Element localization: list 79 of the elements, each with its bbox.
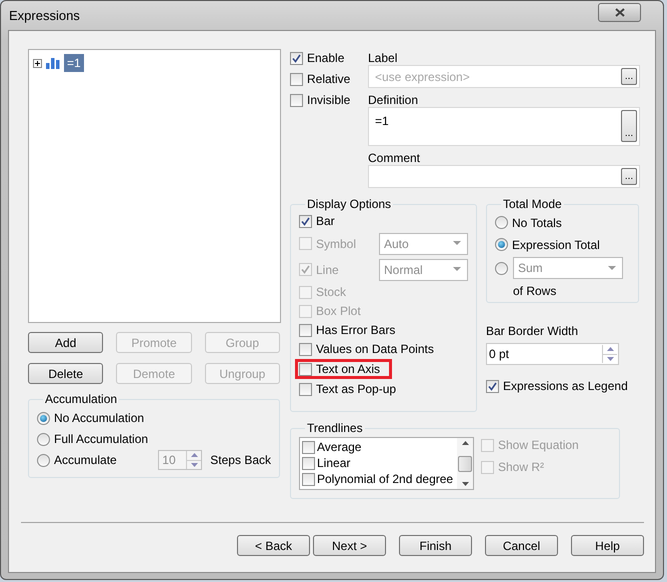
radio-button[interactable] — [495, 216, 508, 229]
radio-button[interactable] — [495, 262, 508, 274]
caret-icon — [453, 267, 461, 272]
field-label: Comment — [368, 150, 422, 165]
group-title: Display Options — [306, 196, 392, 213]
group-title: Accumulation — [44, 391, 118, 408]
scroll-down-icon[interactable] — [462, 482, 468, 486]
field-label: Label — [368, 50, 398, 65]
button[interactable]: Next > — [313, 535, 386, 556]
checkbox[interactable] — [299, 324, 312, 336]
checkbox[interactable] — [302, 440, 315, 454]
radio-button[interactable] — [37, 454, 50, 466]
window-title: Expressions — [9, 6, 80, 25]
bar-chart-icon — [46, 57, 60, 69]
radio-button[interactable] — [37, 432, 50, 446]
spin-arrows[interactable] — [602, 345, 617, 363]
list-item[interactable]: Polynomial of 2nd degree — [317, 470, 454, 488]
checkbox-label: Relative — [307, 71, 350, 88]
button[interactable]: Finish — [399, 535, 472, 556]
checkbox[interactable] — [486, 380, 499, 392]
checkbox[interactable] — [299, 214, 312, 228]
checkbox-label: Enable — [307, 50, 344, 67]
checkbox[interactable] — [290, 52, 303, 64]
close-button[interactable] — [598, 3, 641, 22]
steps-label: Steps Back — [210, 452, 271, 469]
spin-field[interactable]: 0 pt — [486, 343, 619, 365]
checkbox-label: Stock — [316, 284, 346, 301]
checkbox[interactable] — [299, 382, 312, 396]
checkbox-label: Line — [316, 262, 339, 278]
caret-icon — [453, 241, 461, 246]
checkbox[interactable] — [290, 72, 303, 86]
expand-icon[interactable] — [33, 58, 42, 68]
button[interactable]: Help — [571, 535, 644, 556]
checkbox-label: Text as Pop-up — [316, 381, 396, 398]
checkbox-label: Symbol — [316, 236, 356, 252]
checkbox[interactable] — [299, 342, 312, 356]
checkbox[interactable] — [299, 362, 312, 376]
caret-icon — [608, 266, 616, 270]
browse-button[interactable]: ... — [621, 68, 637, 85]
button[interactable]: Delete — [28, 363, 104, 384]
scroll-up-icon[interactable] — [462, 441, 468, 445]
scrollbar[interactable] — [457, 438, 473, 489]
radio-label: No Accumulation — [54, 410, 144, 427]
checkbox-label: Expressions as Legend — [503, 378, 628, 395]
radio-button[interactable] — [37, 412, 50, 424]
field-label: Bar Border Width — [486, 323, 580, 340]
checkbox-label: Bar — [316, 213, 335, 230]
checkbox[interactable] — [302, 472, 315, 486]
checkbox-label: Show Equation — [498, 437, 579, 454]
list-item[interactable]: Linear — [317, 454, 350, 472]
button[interactable]: Add — [28, 332, 104, 353]
radio-label: Expression Total — [512, 236, 600, 254]
checkbox-label: Values on Data Points — [316, 341, 434, 358]
checkbox-label: Show R² — [498, 459, 544, 476]
checkbox[interactable] — [302, 456, 315, 470]
radio-button[interactable] — [495, 238, 508, 251]
group-title: Total Mode — [502, 196, 563, 213]
browse-button[interactable]: ... — [621, 110, 637, 142]
checkbox-label: Box Plot — [316, 303, 361, 320]
group-title: Trendlines — [306, 420, 364, 437]
checkbox-label: Has Error Bars — [316, 322, 396, 339]
input-field[interactable]: <use expression> ... — [368, 65, 640, 88]
radio-label: Full Accumulation — [54, 431, 148, 448]
scroll-thumb[interactable] — [458, 456, 472, 472]
input-field[interactable]: ... — [368, 165, 640, 188]
list-item[interactable]: Average — [317, 438, 362, 456]
field-label: Definition — [368, 92, 420, 107]
tree-item[interactable]: =1 — [64, 54, 84, 72]
radio-label: of Rows — [513, 283, 558, 300]
checkbox-label: Invisible — [307, 92, 350, 109]
button[interactable]: Cancel — [485, 535, 558, 556]
text-area[interactable]: =1 ... — [368, 107, 640, 146]
checkbox[interactable] — [290, 94, 303, 106]
close-icon — [614, 8, 624, 17]
checkbox-label: Text on Axis — [316, 361, 380, 378]
radio-label: No Totals — [512, 214, 562, 232]
browse-button[interactable]: ... — [621, 168, 637, 185]
button[interactable]: < Back — [237, 535, 310, 556]
radio-label: Accumulate — [54, 452, 117, 469]
